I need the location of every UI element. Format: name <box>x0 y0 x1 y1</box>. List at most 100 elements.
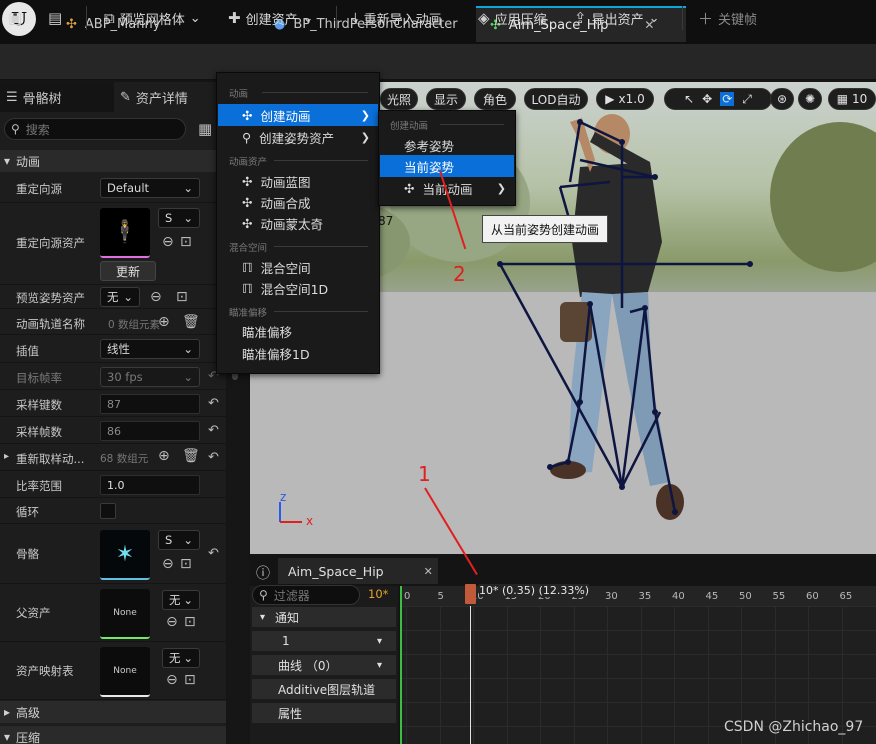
save-button[interactable]: ▣ <box>2 4 28 32</box>
tab-asset-details[interactable]: ✎ 资产详情 <box>114 82 226 112</box>
lod-auto-button[interactable]: LOD自动 <box>524 88 588 110</box>
menu-item-blend-space-1d[interactable]: ℿ 混合空间1D <box>218 277 378 299</box>
asset-mapping-thumbnail[interactable]: None <box>100 647 150 697</box>
retarget-source-dropdown[interactable]: Default ⌄ <box>100 178 200 198</box>
sampled-frames-field[interactable]: 86 <box>100 421 200 441</box>
reset-to-default-icon[interactable]: ↶ <box>208 546 219 561</box>
grid-icon: ▦ <box>836 92 849 106</box>
track-filter-input[interactable]: ⚲ 过滤器 <box>252 585 360 605</box>
trash-icon[interactable]: 🗑 <box>182 448 200 464</box>
menu-item-aim-offset-1d[interactable]: 瞄准偏移1D <box>218 342 378 364</box>
retarget-asset-picker[interactable]: S ⌄ <box>158 208 200 228</box>
menu-heading-blend-space: 混合空间 <box>229 243 268 254</box>
browse-asset-icon[interactable]: ⊡ <box>184 672 196 688</box>
preview-mesh-button[interactable]: ⧉ 预览网格体 ⌄ <box>98 4 207 32</box>
rate-scale-field[interactable]: 1.0 <box>100 475 200 495</box>
reset-to-default-icon[interactable]: ↶ <box>208 396 219 411</box>
expand-arrow-icon[interactable]: ▸ <box>4 451 9 462</box>
track-label: 曲线 （0） <box>278 658 338 673</box>
chevron-down-icon: ⌄ <box>183 533 193 547</box>
details-search-input[interactable]: ⚲ 搜索 <box>4 118 186 140</box>
grid-horizontal-line <box>400 606 876 607</box>
select-tool-icon[interactable]: ↖ <box>684 92 694 106</box>
trash-icon[interactable]: 🗑 <box>182 314 200 330</box>
menu-item-create-animation[interactable]: ✣ 创建动画 ❯ <box>218 104 378 126</box>
rotate-tool-icon[interactable]: ⟳ <box>720 92 735 106</box>
tab-skeleton-tree[interactable]: ☰ 骨骼树 <box>0 82 68 112</box>
asset-mapping-picker[interactable]: 无 ⌄ <box>162 648 200 668</box>
show-button[interactable]: 显示 <box>426 88 466 110</box>
dropdown-value: 线性 <box>107 342 130 356</box>
reimport-icon: ⤓ <box>352 9 359 27</box>
browse-asset-icon[interactable]: ⊡ <box>184 614 196 630</box>
use-selected-icon[interactable]: ⊖ <box>150 289 162 305</box>
lit-mode-button[interactable]: 光照 <box>380 88 418 110</box>
menu-item-anim-composite[interactable]: ✣ 动画合成 <box>218 191 378 213</box>
export-asset-button[interactable]: ⇪ 导出资产 ⌄ <box>568 4 666 32</box>
sampled-keys-field[interactable]: 87 <box>100 394 200 414</box>
property-matrix-icon[interactable]: ▦ <box>198 120 212 138</box>
update-button[interactable]: 更新 <box>100 261 156 281</box>
timeline-tab[interactable]: Aim_Space_Hip ✕ <box>278 558 438 584</box>
parent-asset-thumbnail[interactable]: None <box>100 589 150 639</box>
menu-heading-animation: 动画 <box>229 89 249 100</box>
translate-tool-icon[interactable]: ✥ <box>702 92 712 106</box>
blend-space-icon: ℿ <box>242 259 253 275</box>
use-selected-icon[interactable]: ⊖ <box>166 672 178 688</box>
playback-speed-button[interactable]: ▶ x1.0 <box>596 88 654 110</box>
add-element-icon[interactable]: ⊕ <box>158 448 170 464</box>
track-attributes[interactable]: 属性 <box>252 703 396 723</box>
interpolation-dropdown[interactable]: 线性 ⌄ <box>100 339 200 359</box>
asset-thumbnail[interactable]: 🕴 <box>100 208 150 258</box>
reimport-animation-button[interactable]: ⤓ 重新导入动画 <box>346 4 448 32</box>
browse-asset-icon[interactable]: ⊡ <box>180 234 192 250</box>
scale-tool-icon[interactable]: ⤢ <box>742 92 752 107</box>
track-curves[interactable]: 曲线 （0） ▾ <box>252 655 396 675</box>
loop-checkbox[interactable] <box>100 503 116 519</box>
browse-button[interactable]: ▤ <box>42 4 68 32</box>
prop-label: 重新取样动... <box>16 452 85 466</box>
close-timeline-tab-icon[interactable]: ✕ <box>424 565 433 578</box>
section-animation[interactable]: ▾ 动画 <box>0 150 226 172</box>
grid-snap-button[interactable]: ▦ 10 <box>828 88 876 110</box>
surface-snap-icon[interactable]: ✺ <box>798 88 822 110</box>
section-advanced[interactable]: ▸ 高级 <box>0 701 226 723</box>
speed-label: x1.0 <box>618 92 645 106</box>
menu-item-aim-offset[interactable]: 瞄准偏移 <box>218 320 378 342</box>
character-button[interactable]: 角色 <box>474 88 516 110</box>
section-compression[interactable]: ▾ 压缩 <box>0 726 226 744</box>
target-frame-rate-dropdown[interactable]: 30 fps ⌄ <box>100 367 200 387</box>
help-icon[interactable]: ⓘ <box>256 563 270 583</box>
use-selected-icon[interactable]: ⊖ <box>162 556 174 572</box>
use-selected-icon[interactable]: ⊖ <box>162 234 174 250</box>
menu-item-anim-blueprint[interactable]: ✣ 动画蓝图 <box>218 170 378 192</box>
local-world-icon[interactable]: ⊛ <box>770 88 794 110</box>
menu-item-blend-space[interactable]: ℿ 混合空间 <box>218 256 378 278</box>
grid-vertical-line <box>439 606 441 744</box>
track-notify-1[interactable]: 1 ▾ <box>252 631 396 651</box>
menu-item-create-pose-asset[interactable]: ⚲ 创建姿势资产 ❯ <box>218 126 378 148</box>
browse-asset-icon[interactable]: ⊡ <box>176 289 188 305</box>
track-additive-layer[interactable]: Additive图层轨道 <box>252 679 396 699</box>
apply-compression-button[interactable]: ◈ 应用压缩 <box>472 4 553 32</box>
menu-item-reference-pose[interactable]: 参考姿势 <box>380 134 514 156</box>
add-element-icon[interactable]: ⊕ <box>158 314 170 330</box>
create-asset-button[interactable]: ✚ 创建资产 ⌄ <box>222 4 320 32</box>
keyframe-button[interactable]: ＋ 关键帧 <box>692 4 763 32</box>
reset-to-default-icon[interactable]: ↶ <box>208 423 219 438</box>
frame-rate-badge[interactable]: 10* <box>368 587 388 601</box>
parent-asset-picker[interactable]: 无 ⌄ <box>162 590 200 610</box>
menu-item-label: 动画合成 <box>260 195 311 211</box>
menu-item-current-pose[interactable]: 当前姿势 <box>380 155 514 177</box>
use-selected-icon[interactable]: ⊖ <box>166 614 178 630</box>
browse-asset-icon[interactable]: ⊡ <box>180 556 192 572</box>
dropdown-value: 30 fps <box>107 370 143 384</box>
skeleton-thumbnail[interactable]: ✶ <box>100 530 150 580</box>
preview-pose-picker[interactable]: 无 ⌄ <box>100 287 140 307</box>
playhead-handle[interactable] <box>465 584 476 604</box>
reset-to-default-icon[interactable]: ↶ <box>208 450 219 465</box>
menu-item-anim-montage[interactable]: ✣ 动画蒙太奇 <box>218 212 378 234</box>
track-notifies[interactable]: ▾ 通知 <box>252 607 396 627</box>
ruler-tick-label: 60 <box>806 591 819 602</box>
skeleton-picker[interactable]: S ⌄ <box>158 530 200 550</box>
